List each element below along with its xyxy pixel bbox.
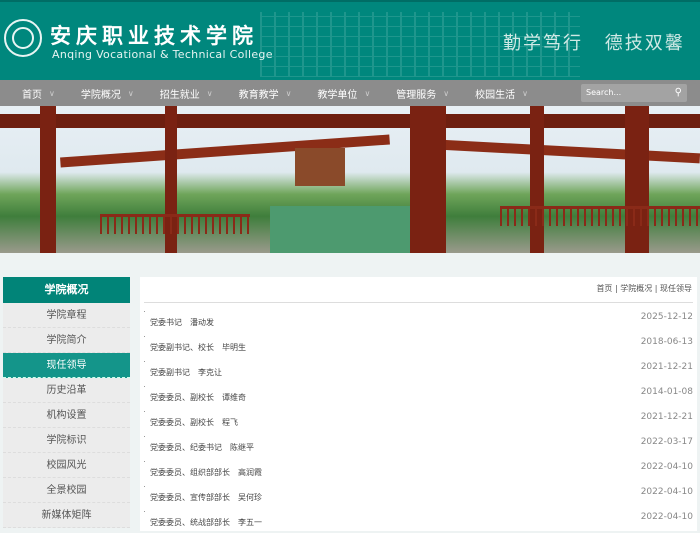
item-title[interactable]: 党委委员、宣传部部长 吴何珍	[150, 492, 262, 503]
sidebar-title: 学院概况	[3, 277, 130, 303]
banner-image	[0, 106, 700, 253]
railing	[100, 214, 250, 234]
search-placeholder: Search...	[586, 88, 622, 97]
site-title[interactable]: 安庆职业技术学院	[50, 20, 258, 50]
search-icon[interactable]: ⚲	[675, 87, 682, 98]
list-item[interactable]: 党委委员、组织部部长 高润霞 2022-04-10	[144, 458, 693, 483]
item-title[interactable]: 党委委员、副校长 谭维奇	[150, 392, 246, 403]
nav-item-teaching[interactable]: 教育教学 ∨	[239, 86, 292, 101]
list-item[interactable]: 党委委员、纪委书记 陈继平 2022-03-17	[144, 433, 693, 458]
nav-item-home[interactable]: 首页 ∨	[22, 86, 55, 101]
breadcrumb[interactable]: 首页 | 学院概况 | 现任领导	[596, 283, 692, 294]
sidebar-item-new-media[interactable]: 新媒体矩阵	[3, 503, 130, 528]
item-date: 2014-01-08	[640, 387, 693, 397]
bullet-icon	[144, 336, 145, 337]
chevron-down-icon: ∨	[285, 88, 292, 98]
chevron-down-icon: ∨	[49, 88, 55, 98]
search-input[interactable]: Search... ⚲	[581, 84, 687, 102]
list-item[interactable]: 党委副书记、校长 毕明生 2018-06-13	[144, 333, 693, 358]
railing	[500, 206, 700, 226]
sidebar-item-leaders[interactable]: 现任领导	[3, 353, 130, 378]
nav-item-services[interactable]: 管理服务 ∨	[396, 86, 449, 101]
nav-label: 管理服务	[396, 89, 437, 101]
college-logo-icon[interactable]	[4, 19, 42, 57]
pillar	[410, 106, 446, 253]
pillar	[40, 106, 56, 253]
nav-item-campus-life[interactable]: 校园生活 ∨	[475, 86, 528, 101]
item-date: 2021-12-21	[640, 362, 693, 372]
nav-label: 学院概况	[80, 89, 121, 101]
chevron-down-icon: ∨	[443, 88, 450, 98]
chevron-down-icon: ∨	[522, 88, 529, 98]
bullet-icon	[144, 461, 145, 462]
sidebar-item-scenery[interactable]: 校园风光	[3, 453, 130, 478]
nav-item-departments[interactable]: 教学单位 ∨	[317, 86, 370, 101]
list-item[interactable]: 党委委员、副校长 谭维奇 2014-01-08	[144, 383, 693, 408]
pond	[270, 206, 410, 253]
sidebar-item-panorama[interactable]: 全景校园	[3, 478, 130, 503]
item-title[interactable]: 党委委员、统战部部长 李五一	[150, 517, 262, 528]
item-title[interactable]: 党委委员、纪委书记 陈继平	[150, 442, 254, 453]
item-title[interactable]: 党委副书记 李克让	[150, 367, 222, 378]
divider	[144, 302, 693, 303]
list-item[interactable]: 党委副书记 李克让 2021-12-21	[144, 358, 693, 383]
pillar	[625, 106, 649, 253]
nav-label: 校园生活	[475, 89, 516, 101]
motto: 勤学笃行 德技双馨	[503, 33, 685, 54]
roof-beam	[419, 138, 700, 164]
bullet-icon	[144, 361, 145, 362]
sidebar-item-organization[interactable]: 机构设置	[3, 403, 130, 428]
bullet-icon	[144, 436, 145, 437]
nav-label: 教育教学	[238, 89, 279, 101]
item-title[interactable]: 党委委员、组织部部长 高润霞	[150, 467, 262, 478]
item-title[interactable]: 党委委员、副校长 程飞	[150, 417, 238, 428]
bullet-icon	[144, 311, 145, 312]
chevron-down-icon: ∨	[364, 88, 371, 98]
site-title-english: Anqing Vocational & Technical College	[52, 48, 273, 61]
list-item[interactable]: 党委委员、宣传部部长 吴何珍 2022-04-10	[144, 483, 693, 508]
item-date: 2025-12-12	[640, 312, 693, 322]
sidebar-item-charter[interactable]: 学院章程	[3, 303, 130, 328]
nav-item-admissions[interactable]: 招生就业 ∨	[160, 86, 213, 101]
nav-label: 招生就业	[159, 89, 200, 101]
nav-label: 首页	[22, 89, 42, 101]
bullet-icon	[144, 411, 145, 412]
pillar	[530, 106, 544, 253]
pavilion	[295, 148, 345, 186]
sidebar-item-intro[interactable]: 学院简介	[3, 328, 130, 353]
list-item[interactable]: 党委委员、统战部部长 李五一 2022-04-10	[144, 508, 693, 533]
item-date: 2022-03-17	[640, 437, 693, 447]
content-panel: 首页 | 学院概况 | 现任领导 党委书记 潘动发 2025-12-12 党委副书记…	[140, 277, 697, 531]
chevron-down-icon: ∨	[206, 88, 213, 98]
item-title[interactable]: 党委副书记、校长 毕明生	[150, 342, 246, 353]
bullet-icon	[144, 386, 145, 387]
item-date: 2022-04-10	[640, 512, 693, 522]
item-date: 2022-04-10	[640, 487, 693, 497]
item-date: 2018-06-13	[640, 337, 693, 347]
item-date: 2022-04-10	[640, 462, 693, 472]
item-date: 2021-12-21	[640, 412, 693, 422]
bullet-icon	[144, 486, 145, 487]
chevron-down-icon: ∨	[127, 88, 134, 98]
nav-item-about[interactable]: 学院概况 ∨	[81, 86, 134, 101]
nav-label: 教学单位	[317, 89, 358, 101]
list-item[interactable]: 党委委员、副校长 程飞 2021-12-21	[144, 408, 693, 433]
sidebar-item-identity[interactable]: 学院标识	[3, 428, 130, 453]
site-header: 安庆职业技术学院 Anqing Vocational & Technical C…	[0, 0, 700, 80]
item-title[interactable]: 党委书记 潘动发	[150, 317, 214, 328]
list-item[interactable]: 党委书记 潘动发 2025-12-12	[144, 308, 693, 333]
sidebar-item-history[interactable]: 历史沿革	[3, 378, 130, 403]
roof-beam	[0, 114, 700, 128]
bullet-icon	[144, 511, 145, 512]
